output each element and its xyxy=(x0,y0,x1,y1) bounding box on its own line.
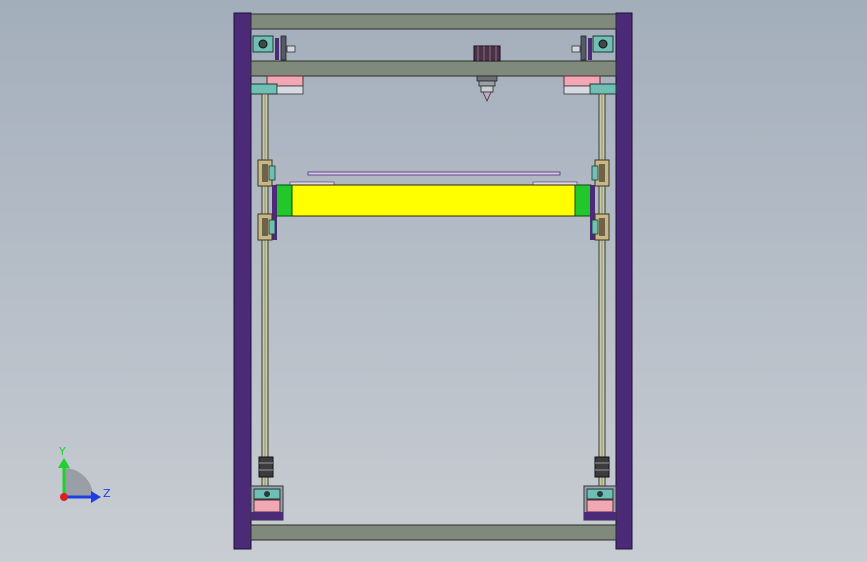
right-bottom-motor xyxy=(583,485,617,521)
y-axis-label: Y xyxy=(58,445,66,458)
z-axis-arrow-icon xyxy=(91,491,101,503)
y-axis-arrow-icon xyxy=(58,458,70,468)
bottom-frame-rail xyxy=(250,524,617,541)
print-bed-plate xyxy=(289,171,578,186)
top-frame-rail xyxy=(250,13,617,30)
coordinate-triad[interactable]: Y Z xyxy=(58,445,111,503)
triad-rotation-arc xyxy=(64,468,93,497)
right-top-motor xyxy=(563,75,617,95)
right-coupler xyxy=(594,456,610,478)
right-lead-screw xyxy=(598,93,606,487)
bed-carriage xyxy=(272,184,595,240)
right-frame-post xyxy=(615,12,633,550)
cad-viewport[interactable]: Y Z xyxy=(0,0,867,562)
z-axis-label: Z xyxy=(103,487,111,500)
top-left-bracket xyxy=(252,35,296,61)
upper-crossbar xyxy=(250,60,617,77)
triad-origin xyxy=(60,493,68,501)
left-lead-screw xyxy=(261,93,269,487)
left-bottom-motor xyxy=(250,485,284,521)
left-top-motor xyxy=(250,75,304,95)
left-frame-post xyxy=(233,12,252,550)
left-coupler xyxy=(258,456,274,478)
top-right-bracket xyxy=(571,35,614,61)
